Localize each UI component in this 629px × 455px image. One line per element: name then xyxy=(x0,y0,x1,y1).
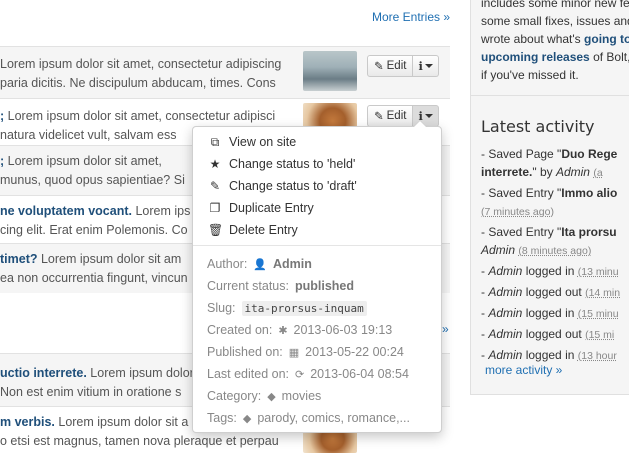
entry-excerpt: Lorem ipsum dolor sit amet, consectetur … xyxy=(0,57,282,90)
news-link[interactable]: going to xyxy=(584,32,629,46)
activity-list: - Saved Page "Duo Rege interrete." by Ad… xyxy=(481,145,629,367)
status-held-item[interactable]: ★ Change status to 'held' xyxy=(193,153,441,175)
latest-activity-title: Latest activity xyxy=(481,117,595,136)
more-entries-link[interactable]: More Entries » xyxy=(372,10,450,24)
status-row: Current status: published xyxy=(207,279,355,293)
more-activity-link[interactable]: more activity » xyxy=(485,363,562,377)
entry-meta: Author: 👤 Admin Current status: published S… xyxy=(207,253,437,429)
tags-row: Tags: ◆ parody, comics, romance,... xyxy=(207,411,410,425)
activity-item: - Saved Entry "Ita prorsu Admin (8 minut… xyxy=(481,225,617,257)
entry-actions: ✎ Edit ℹ xyxy=(367,105,439,127)
asterisk-icon: ✱ xyxy=(278,324,288,337)
edit-button[interactable]: ✎ Edit xyxy=(367,55,414,77)
tag-icon: ◆ xyxy=(242,412,252,425)
delete-entry-item[interactable]: 🗑 Delete Entry xyxy=(193,219,441,241)
slug-row: Slug: ita-prorsus-inquam xyxy=(207,297,437,319)
action-menu: ⧉ View on site ★ Change status to 'held' ✎… xyxy=(193,131,441,241)
entry-thumbnail[interactable] xyxy=(303,51,357,91)
entry-info-dropdown: ⧉ View on site ★ Change status to 'held' ✎… xyxy=(192,120,442,433)
list-item: Lorem ipsum dolor sit amet, consectetur … xyxy=(0,46,450,98)
edit-button[interactable]: ✎ Edit xyxy=(367,105,414,127)
activity-item: - Admin logged out (15 mi xyxy=(481,327,615,341)
external-link-icon: ⧉ xyxy=(210,134,220,149)
duplicate-entry-item[interactable]: ❐ Duplicate Entry xyxy=(193,197,441,219)
refresh-icon: ⟳ xyxy=(295,368,305,381)
menu-divider xyxy=(193,245,441,246)
author-row: Author: 👤 Admin xyxy=(207,257,312,271)
star-icon: ★ xyxy=(209,157,221,171)
slug-value: ita-prorsus-inquam xyxy=(241,300,367,316)
user-icon: 👤 xyxy=(253,258,268,271)
info-dropdown-button[interactable]: ℹ xyxy=(413,55,439,77)
activity-item: - Saved Page "Duo Rege interrete." by Ad… xyxy=(481,147,618,179)
trash-icon: 🗑 xyxy=(208,223,224,237)
pencil-icon: ✎ xyxy=(209,179,221,193)
edit-icon: ✎ xyxy=(374,61,384,73)
activity-item: - Admin logged in (13 minu xyxy=(481,264,619,278)
tag-icon: ◆ xyxy=(267,390,276,403)
category-row: Category: ◆ movies xyxy=(207,389,322,403)
activity-item: - Admin logged out (14 min xyxy=(481,285,621,299)
more-entries-arrow[interactable]: » xyxy=(442,322,449,336)
published-row: Published on: ▦ 2013-05-22 00:24 xyxy=(207,345,404,359)
activity-item: - Saved Entry "Immo alio (7 minutes ago) xyxy=(481,186,618,218)
sidebar: includes some minor new fe some small fi… xyxy=(470,0,629,395)
activity-item: - Admin logged in (15 minu xyxy=(481,306,619,320)
entry-actions: ✎ Edit ℹ xyxy=(367,55,439,77)
calendar-icon: ▦ xyxy=(288,346,300,359)
caret-down-icon xyxy=(424,114,433,118)
divider xyxy=(471,95,629,96)
upcoming-releases-link[interactable]: upcoming releases xyxy=(481,50,590,64)
view-on-site-item[interactable]: ⧉ View on site xyxy=(193,131,441,153)
info-icon: ℹ xyxy=(418,61,423,73)
created-row: Created on: ✱ 2013-06-03 19:13 xyxy=(207,323,393,337)
news-snippet: includes some minor new fe some small fi… xyxy=(481,0,629,84)
status-draft-item[interactable]: ✎ Change status to 'draft' xyxy=(193,175,441,197)
copy-icon: ❐ xyxy=(209,201,221,215)
edit-icon: ✎ xyxy=(374,111,384,123)
caret-down-icon xyxy=(424,64,433,68)
edited-row: Last edited on: ⟳ 2013-06-04 08:54 xyxy=(207,367,409,381)
